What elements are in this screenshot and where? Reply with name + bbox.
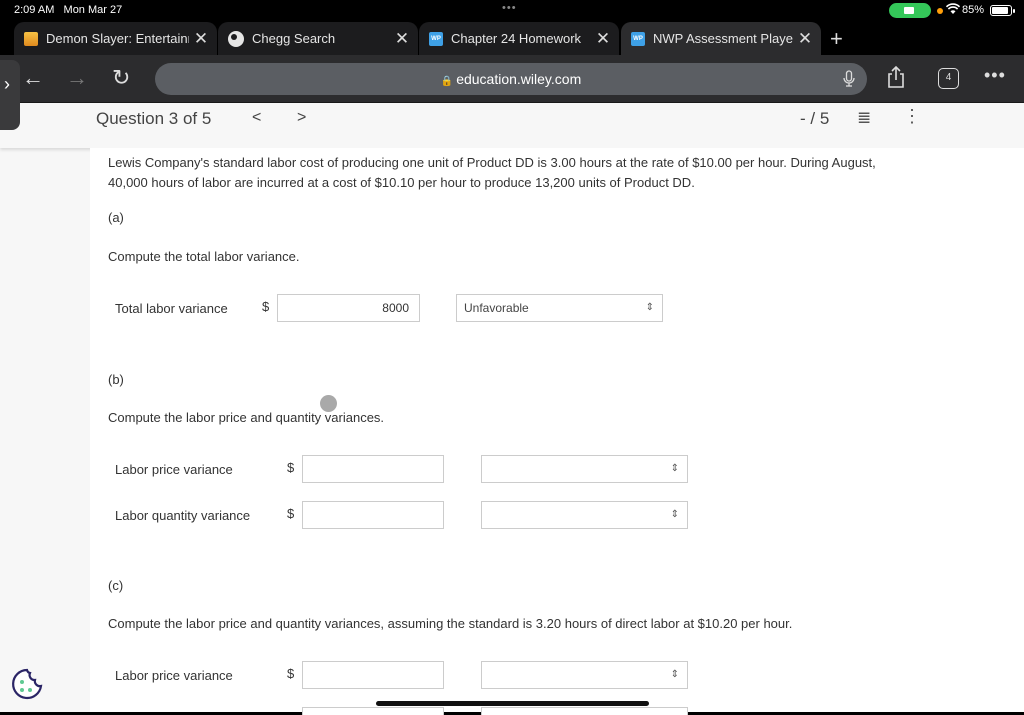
touch-indicator: [320, 395, 337, 412]
tab-chegg-search[interactable]: Chegg Search ✕: [218, 22, 418, 55]
part-c-label: (c): [108, 578, 124, 593]
question-counter: Question 3 of 5: [96, 109, 212, 128]
close-tab-icon[interactable]: ✕: [591, 29, 615, 49]
total-labor-variance-select[interactable]: Unfavorable ⇕: [456, 294, 663, 322]
browser-tab-bar: Demon Slayer: Entertainm ✕ Chegg Search …: [0, 22, 1024, 55]
labor-price-variance-input[interactable]: [302, 455, 444, 483]
chevron-updown-icon: ⇕: [670, 669, 679, 680]
wifi-icon: [945, 3, 961, 18]
total-labor-variance-input[interactable]: 8000: [277, 294, 420, 322]
tab-label: Demon Slayer: Entertainm: [46, 31, 189, 46]
question-content: Lewis Company's standard labor cost of p…: [90, 148, 1024, 715]
part-b-prompt: Compute the labor price and quantity var…: [108, 410, 385, 425]
sidebar-toggle-handle[interactable]: ›: [0, 60, 20, 130]
labor-quantity-variance-select[interactable]: ⇕: [481, 501, 688, 529]
next-question-button[interactable]: >: [297, 109, 306, 127]
currency-symbol: $: [287, 506, 295, 521]
tab-label: Chapter 24 Homework: [451, 31, 582, 46]
chevron-updown-icon: ⇕: [645, 302, 654, 313]
labor-quantity-variance-c-input-partial[interactable]: [302, 707, 444, 715]
labor-quantity-variance-c-select-partial[interactable]: [481, 707, 688, 715]
currency-symbol: $: [262, 299, 270, 314]
total-labor-variance-label: Total labor variance: [115, 301, 228, 316]
part-a-label: (a): [108, 210, 124, 225]
problem-statement: Lewis Company's standard labor cost of p…: [108, 155, 876, 190]
labor-price-variance-c-select[interactable]: ⇕: [481, 661, 688, 689]
labor-quantity-variance-label: Labor quantity variance: [115, 508, 251, 523]
reload-button[interactable]: ↻: [112, 65, 130, 91]
tab-chapter-24-homework[interactable]: WP Chapter 24 Homework ✕: [419, 22, 619, 55]
labor-price-variance-label: Labor price variance: [115, 462, 233, 477]
previous-question-button[interactable]: <: [252, 109, 261, 127]
close-tab-icon[interactable]: ✕: [390, 29, 414, 49]
globe-icon: [228, 30, 244, 47]
labor-quantity-variance-input[interactable]: [302, 501, 444, 529]
kebab-menu-icon[interactable]: ⋮: [903, 106, 921, 127]
question-list-icon[interactable]: ≣: [857, 108, 871, 128]
camera-in-use-icon: [889, 3, 931, 18]
wp-favicon-icon: WP: [631, 31, 645, 46]
part-b-label: (b): [108, 372, 124, 387]
tab-nwp-assessment-player[interactable]: WP NWP Assessment Player ✕: [621, 22, 821, 55]
share-icon[interactable]: [886, 65, 906, 95]
url-text: education.wiley.com: [456, 71, 582, 87]
tab-label: Chegg Search: [252, 31, 336, 46]
close-tab-icon[interactable]: ✕: [189, 29, 213, 49]
part-a-prompt: Compute the total labor variance.: [108, 249, 300, 264]
currency-symbol: $: [287, 460, 295, 475]
home-indicator[interactable]: [376, 701, 649, 706]
status-time: 2:09 AM Mon Mar 27: [14, 4, 123, 16]
battery-percent: 85%: [962, 4, 985, 16]
currency-symbol: $: [287, 666, 295, 681]
labor-price-variance-c-label: Labor price variance: [115, 668, 233, 683]
score-display: - / 5: [800, 109, 830, 128]
mic-indicator-icon: [937, 8, 943, 14]
chevron-updown-icon: ⇕: [670, 509, 679, 520]
back-button[interactable]: ←: [22, 65, 44, 91]
address-bar[interactable]: 🔒 education.wiley.com: [155, 63, 867, 95]
demon-slayer-favicon-icon: [24, 31, 38, 46]
labor-price-variance-select[interactable]: ⇕: [481, 455, 688, 483]
lock-icon: 🔒: [440, 76, 454, 87]
forward-button[interactable]: →: [66, 65, 88, 91]
microphone-icon[interactable]: [843, 63, 855, 100]
multitask-dots-icon[interactable]: •••: [502, 2, 517, 14]
assessment-page: Question 3 of 5 < > - / 5 ≣ ⋮ Lewis Comp…: [0, 103, 1024, 715]
tab-overview-button[interactable]: 4: [938, 68, 959, 89]
browser-toolbar: ← → ↻ 🔒 education.wiley.com 4 •••: [0, 55, 1024, 103]
battery-icon: [990, 5, 1015, 16]
question-header: Question 3 of 5 < > - / 5 ≣ ⋮: [0, 103, 1024, 148]
chevron-updown-icon: ⇕: [670, 463, 679, 474]
close-tab-icon[interactable]: ✕: [793, 29, 817, 49]
status-bar: 2:09 AM Mon Mar 27 ••• 85%: [0, 0, 1024, 22]
new-tab-button[interactable]: +: [830, 26, 843, 52]
more-options-icon[interactable]: •••: [984, 65, 1006, 86]
labor-price-variance-c-input[interactable]: [302, 661, 444, 689]
tab-label: NWP Assessment Player: [653, 31, 793, 46]
cookie-settings-icon[interactable]: [10, 667, 44, 701]
tab-demon-slayer[interactable]: Demon Slayer: Entertainm ✕: [14, 22, 217, 55]
wp-favicon-icon: WP: [429, 31, 443, 46]
part-c-prompt: Compute the labor price and quantity var…: [108, 616, 793, 631]
selected-option: Unfavorable: [464, 301, 529, 315]
